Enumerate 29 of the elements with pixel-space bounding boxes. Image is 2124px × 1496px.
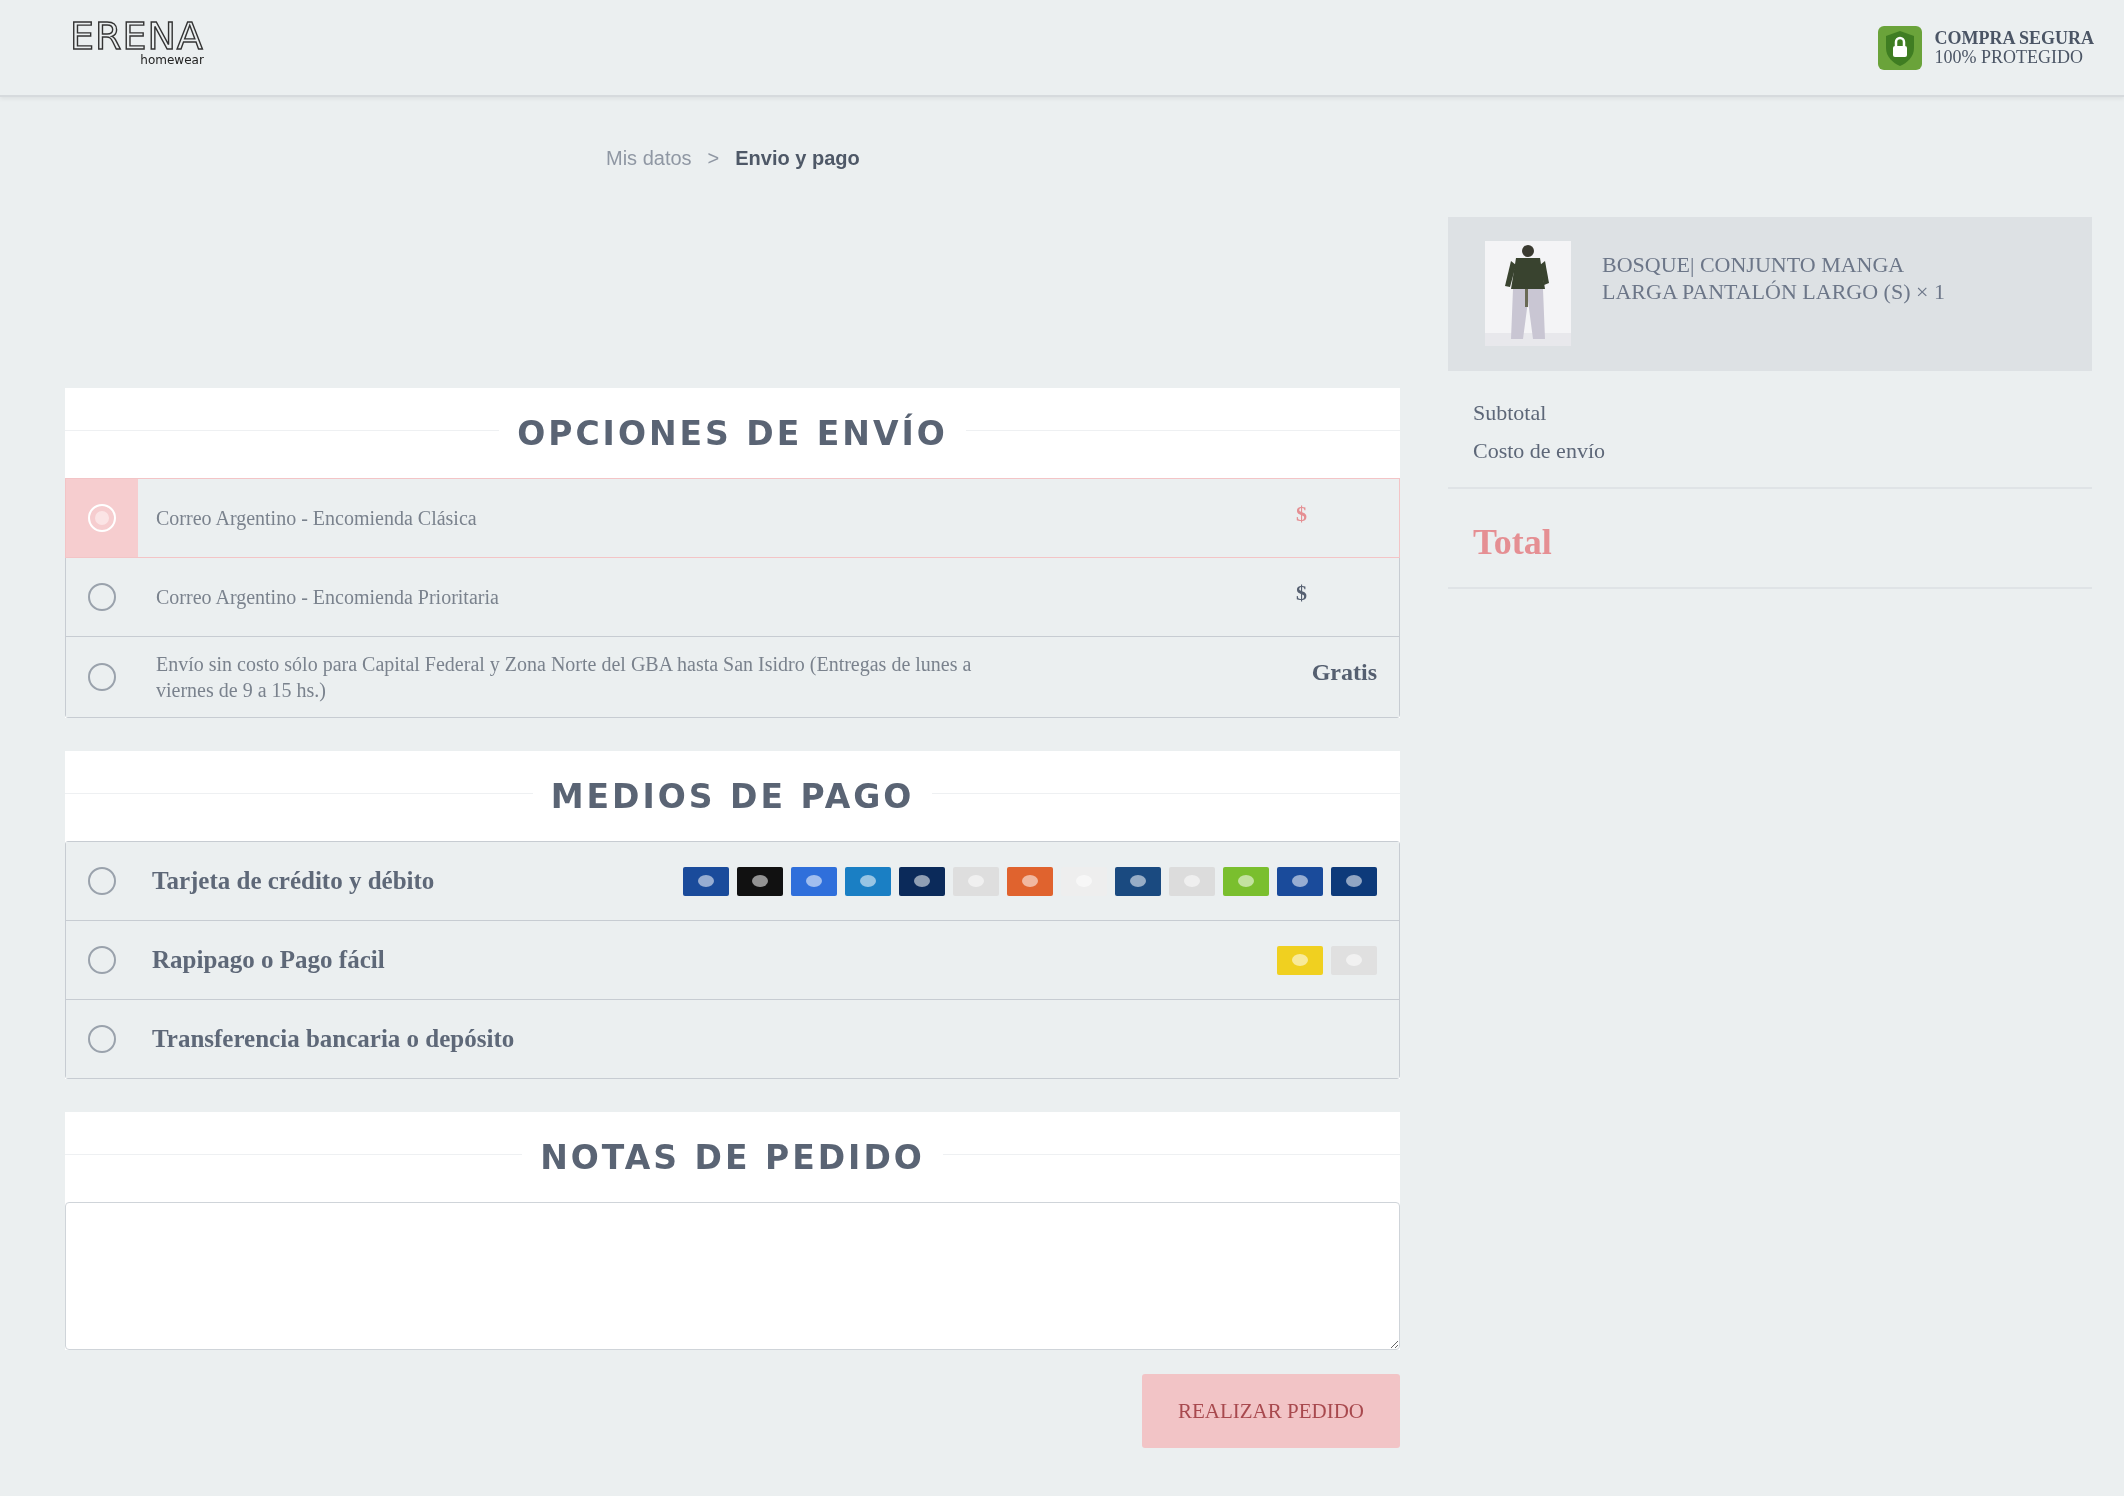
secure-title: COMPRA SEGURA — [1934, 28, 2094, 48]
radio-button[interactable] — [88, 867, 116, 895]
shield-lock-icon — [1878, 25, 1923, 70]
shipping-option[interactable]: Correo Argentino - Encomienda Clásica $ — [66, 479, 1399, 557]
option-price: Gratis — [1311, 658, 1378, 686]
option-label: Envío sin costo sólo para Capital Federal y Zona Norte del GBA hasta San Isidro (Entregas de lunes a viernes de 9 a 15 hs.) — [155, 652, 973, 704]
product-name: BOSQUE| CONJUNTO MANGA LARGA PANTALÓN LARGO (S) × 1 — [1602, 251, 1946, 305]
option-price: $ — [1296, 579, 1308, 606]
radio-button[interactable] — [88, 663, 116, 691]
notes-field[interactable] — [65, 1202, 1400, 1350]
shipping-option[interactable]: Envío sin costo sólo para Capital Federal y Zona Norte del GBA hasta San Isidro (Entregas de lunes a viernes de 9 a 15 hs.) Gratis — [66, 636, 1399, 717]
radio-button[interactable] — [88, 1025, 116, 1053]
option-label: Tarjeta de crédito y débito — [151, 867, 435, 895]
breadcrumb-link[interactable]: Mis datos — [606, 146, 692, 170]
summary-label: Subtotal — [1473, 401, 1548, 425]
option-label: Correo Argentino - Encomienda Prioritaria — [155, 585, 500, 611]
option-label: Correo Argentino - Encomienda Clásica — [155, 506, 478, 532]
breadcrumb-link[interactable]: Envio y pago — [735, 146, 860, 170]
radio-button[interactable] — [88, 583, 116, 611]
radio-button[interactable] — [88, 946, 116, 974]
logo[interactable]: ERENA homewear — [70, 16, 204, 67]
option-price: $ — [1296, 500, 1308, 527]
breadcrumb-separator: > — [707, 146, 720, 170]
payment-option[interactable]: Transferencia bancaria o depósito — [66, 999, 1399, 1078]
summary-label: Costo de envío — [1473, 439, 1606, 463]
total-label: Total — [1473, 522, 1552, 562]
secure-subtitle: 100% PROTEGIDO — [1934, 47, 2084, 67]
option-label: Transferencia bancaria o depósito — [151, 1025, 515, 1053]
option-label: Rapipago o Pago fácil — [151, 946, 385, 974]
